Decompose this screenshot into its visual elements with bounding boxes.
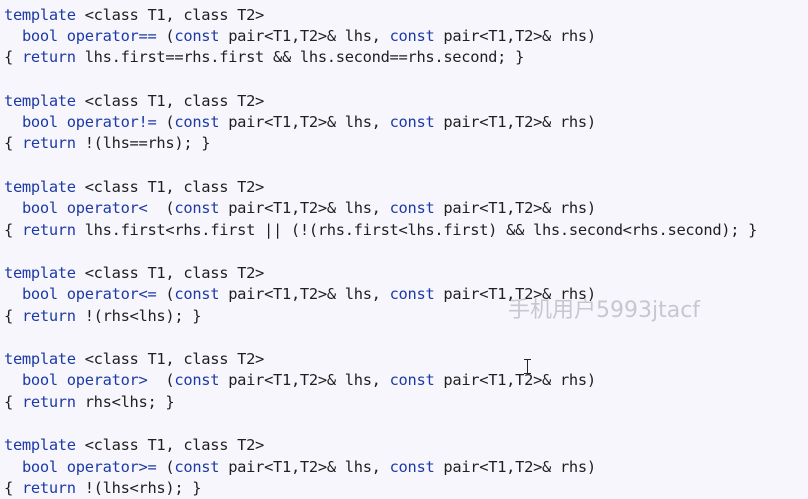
keyword-const: const — [389, 27, 435, 46]
keyword-const: const — [174, 285, 220, 304]
template-params: <class T1, class T2> — [75, 350, 265, 369]
param-lhs: pair<T1,T2>& lhs, — [219, 199, 390, 218]
body-open: { — [4, 48, 22, 67]
template-params: <class T1, class T2> — [75, 436, 265, 455]
param-rhs: pair<T1,T2>& rhs) — [434, 199, 596, 218]
param-lhs: pair<T1,T2>& lhs, — [219, 113, 390, 132]
signature-open: ( — [147, 199, 175, 218]
keyword-template: template — [4, 264, 76, 283]
keyword-operator: operator!= — [66, 113, 157, 132]
code-block-operator-less: template <class T1, class T2> bool opera… — [4, 177, 808, 241]
keyword-const: const — [389, 113, 435, 132]
keyword-return: return — [21, 478, 76, 497]
param-rhs: pair<T1,T2>& rhs) — [434, 457, 596, 476]
keyword-const: const — [389, 199, 435, 218]
template-line: template <class T1, class T2> — [4, 263, 808, 284]
keyword-return: return — [21, 306, 76, 325]
keyword-template: template — [4, 350, 76, 369]
signature-line: bool operator!= (const pair<T1,T2>& lhs,… — [4, 112, 808, 133]
signature-open: ( — [156, 27, 175, 46]
keyword-const: const — [174, 457, 220, 476]
keyword-template: template — [4, 436, 76, 455]
signature-open: ( — [156, 285, 175, 304]
signature-open: ( — [156, 113, 175, 132]
template-params: <class T1, class T2> — [75, 178, 265, 197]
body-open: { — [4, 392, 22, 411]
param-lhs: pair<T1,T2>& lhs, — [219, 285, 390, 304]
signature-line: bool operator< (const pair<T1,T2>& lhs, … — [4, 198, 808, 219]
keyword-bool: bool — [21, 199, 58, 218]
keyword-bool: bool — [21, 371, 58, 390]
template-line: template <class T1, class T2> — [4, 435, 808, 456]
body-open: { — [4, 134, 22, 153]
code-block-operator-equal: template <class T1, class T2> bool opera… — [4, 5, 808, 69]
body-line: { return !(lhs<rhs); } — [4, 478, 808, 499]
signature-line: bool operator> (const pair<T1,T2>& lhs, … — [4, 370, 808, 391]
template-params: <class T1, class T2> — [75, 6, 265, 24]
signature-line: bool operator== (const pair<T1,T2>& lhs,… — [4, 26, 808, 47]
keyword-const: const — [174, 113, 220, 132]
keyword-operator: operator>= — [66, 457, 157, 476]
param-lhs: pair<T1,T2>& lhs, — [219, 457, 390, 476]
body-expression: !(rhs<lhs); } — [75, 306, 202, 325]
keyword-bool: bool — [21, 27, 58, 46]
template-line: template <class T1, class T2> — [4, 5, 808, 26]
keyword-const: const — [174, 199, 220, 218]
body-line: { return !(lhs==rhs); } — [4, 133, 808, 154]
keyword-template: template — [4, 178, 76, 197]
param-lhs: pair<T1,T2>& lhs, — [219, 27, 390, 46]
body-line: { return lhs.first==rhs.first && lhs.sec… — [4, 47, 808, 68]
param-rhs: pair<T1,T2>& rhs) — [434, 371, 596, 390]
signature-line: bool operator>= (const pair<T1,T2>& lhs,… — [4, 457, 808, 478]
template-params: <class T1, class T2> — [75, 264, 265, 283]
signature-open: ( — [156, 457, 175, 476]
template-line: template <class T1, class T2> — [4, 349, 808, 370]
code-block-operator-not-equal: template <class T1, class T2> bool opera… — [4, 91, 808, 155]
body-open: { — [4, 306, 22, 325]
code-block-operator-greater: template <class T1, class T2> bool opera… — [4, 349, 808, 413]
keyword-operator: operator== — [66, 27, 157, 46]
keyword-template: template — [4, 6, 76, 24]
body-expression: rhs<lhs; } — [75, 392, 175, 411]
keyword-operator: operator< — [66, 199, 148, 218]
keyword-return: return — [21, 220, 76, 239]
template-line: template <class T1, class T2> — [4, 91, 808, 112]
body-expression: !(lhs<rhs); } — [75, 478, 202, 497]
keyword-return: return — [21, 134, 76, 153]
code-block-operator-greater-equal: template <class T1, class T2> bool opera… — [4, 435, 808, 499]
keyword-const: const — [389, 457, 435, 476]
keyword-const: const — [389, 285, 435, 304]
body-expression: lhs.first<rhs.first || (!(rhs.first<lhs.… — [75, 220, 758, 239]
code-viewer[interactable]: template <class T1, class T2> bool opera… — [0, 0, 808, 497]
template-params: <class T1, class T2> — [75, 92, 265, 111]
signature-open: ( — [147, 371, 175, 390]
keyword-bool: bool — [21, 113, 58, 132]
keyword-operator: operator<= — [66, 285, 157, 304]
keyword-bool: bool — [21, 285, 58, 304]
keyword-template: template — [4, 92, 76, 111]
keyword-const: const — [389, 371, 435, 390]
param-rhs: pair<T1,T2>& rhs) — [434, 113, 596, 132]
keyword-return: return — [21, 48, 76, 67]
body-expression: lhs.first==rhs.first && lhs.second==rhs.… — [75, 48, 525, 67]
keyword-const: const — [174, 371, 220, 390]
template-line: template <class T1, class T2> — [4, 177, 808, 198]
body-line: { return rhs<lhs; } — [4, 392, 808, 413]
text-cursor-icon — [524, 359, 531, 374]
param-lhs: pair<T1,T2>& lhs, — [219, 371, 390, 390]
param-rhs: pair<T1,T2>& rhs) — [434, 27, 596, 46]
watermark-text: 手机用户5993jtacf — [508, 298, 701, 323]
body-open: { — [4, 478, 22, 497]
keyword-return: return — [21, 392, 76, 411]
keyword-bool: bool — [21, 457, 58, 476]
body-line: { return lhs.first<rhs.first || (!(rhs.f… — [4, 220, 808, 241]
body-expression: !(lhs==rhs); } — [75, 134, 211, 153]
keyword-const: const — [174, 27, 220, 46]
body-open: { — [4, 220, 22, 239]
keyword-operator: operator> — [66, 371, 148, 390]
